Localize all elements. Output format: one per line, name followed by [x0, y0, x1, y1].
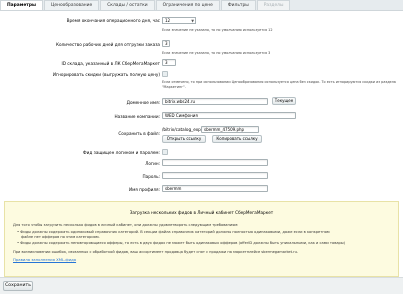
end-time-label: Время окончания операционного дня, час [66, 18, 160, 23]
notice-title: Загрузка нескольких фидов в Личный кабин… [129, 210, 274, 215]
chevron-down-icon: ▼ [191, 19, 194, 23]
save-file-label: Сохранить в файл: [118, 131, 160, 136]
xml-rules-link[interactable]: Правила заполнения XML-фида [13, 257, 76, 262]
tab-pricing[interactable]: Ценообразование [43, 0, 100, 10]
login-label: Логин: [145, 161, 160, 166]
tab-filters[interactable]: Фильтры [220, 0, 256, 10]
protect-label: Фид защищен логином и паролем: [83, 150, 160, 155]
notice-bullet-1: • Фиды должны содержать одинаковый справ… [17, 230, 330, 234]
shipping-days-hint: Если значение не указано, то по умолчани… [162, 51, 271, 55]
end-time-select[interactable]: 12 ▼ [162, 17, 196, 24]
domain-label: Доменное имя: [126, 100, 160, 105]
profile-input[interactable]: sbermm [162, 185, 268, 192]
password-input[interactable] [162, 172, 268, 179]
tab-price-limits[interactable]: Ограничения по цене [155, 0, 220, 10]
ignore-discounts-hint-2: "Маркетинг". [162, 85, 186, 89]
ignore-discounts-hint: Если отмечено, то при использовании Цено… [162, 80, 396, 84]
shipping-days-label: Количество рабочих дней для отгрузки зак… [56, 42, 160, 47]
notice-bullet-1b: файле нет офферов по этим категориям. [21, 235, 100, 239]
protect-checkbox[interactable] [162, 149, 168, 155]
tab-parameters[interactable]: Параметры [0, 0, 43, 10]
notice-box: Загрузка нескольких фидов в Личный кабин… [4, 201, 399, 277]
login-input[interactable] [162, 159, 268, 166]
copy-link-button[interactable]: Копировать ссылку [212, 135, 262, 143]
end-time-hint: Если значение не указано, то по умолчани… [162, 28, 273, 32]
company-input[interactable]: WED Симфония [162, 112, 296, 119]
save-file-input[interactable]: sbermm_47509.php [201, 126, 259, 133]
profile-label: Имя профиля: [128, 187, 160, 192]
open-link-button[interactable]: Открыть ссылку [162, 135, 206, 143]
company-label: Название компании: [114, 114, 161, 119]
warehouse-id-label: ID склада, указанный в ЛК СберМегаМаркет [61, 61, 160, 66]
tab-warehouses[interactable]: Склады / остатки [100, 0, 155, 10]
notice-intro: Для того чтобы загрузить несколько фидов… [13, 223, 239, 227]
ignore-discounts-checkbox[interactable] [162, 71, 168, 77]
shipping-days-input[interactable]: 3 [162, 40, 170, 47]
footer-bar: Сохранить [0, 277, 403, 294]
domain-input[interactable]: bitrix.wbs24.ru [162, 98, 268, 105]
password-label: Пароль: [142, 174, 161, 179]
notice-footer-text: При возникновении ошибок, связанных с об… [13, 250, 299, 254]
notice-bullet-2: • Фиды должны содержать неповторяющиеся … [17, 241, 346, 245]
current-domain-button[interactable]: Текущее [272, 97, 296, 105]
tab-sections: Разделы [256, 0, 291, 10]
warehouse-id-input[interactable]: 3 [162, 59, 176, 66]
ignore-discounts-label: Игнорировать скидки (выгружать полную це… [52, 72, 160, 77]
end-time-value: 12 [165, 18, 171, 23]
tab-bar: Параметры Ценообразование Склады / остат… [0, 0, 403, 11]
save-button[interactable]: Сохранить [3, 281, 33, 291]
